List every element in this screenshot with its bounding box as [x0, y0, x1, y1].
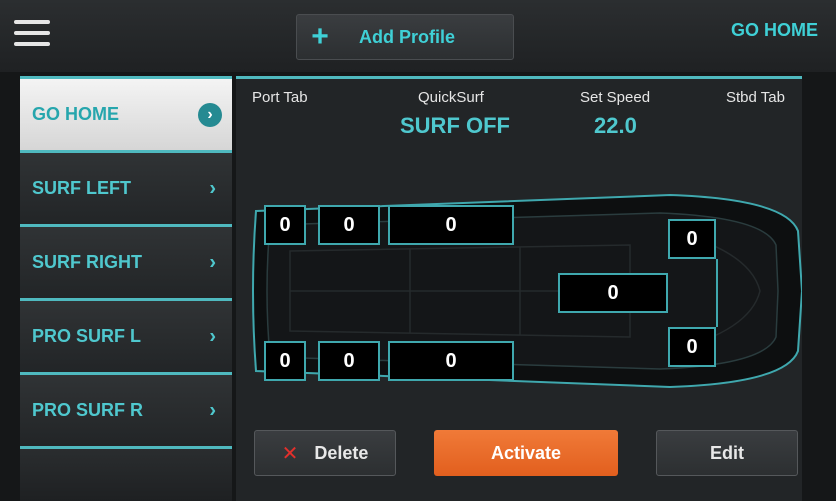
chevron-right-circle-icon: › — [198, 102, 222, 127]
stbd-tab-value-bottom[interactable]: 0 — [668, 327, 716, 367]
hamburger-icon[interactable] — [14, 20, 50, 50]
top-bar: + Add Profile GO HOME — [0, 0, 836, 72]
chevron-right-icon: › — [209, 325, 216, 347]
sidebar-item-label: PRO SURF R — [32, 400, 144, 420]
add-profile-button[interactable]: + Add Profile — [296, 14, 514, 60]
stbd-wedge-value-3[interactable]: 0 — [388, 341, 514, 381]
sidebar-item-label: SURF LEFT — [32, 178, 131, 198]
port-tab-label: Port Tab — [252, 89, 308, 106]
sidebar-item-go-home[interactable]: GO HOME › — [20, 76, 232, 150]
sidebar-item-label: PRO SURF L — [32, 326, 142, 346]
set-speed-label: Set Speed — [580, 89, 651, 106]
delete-label: Delete — [314, 442, 369, 463]
quicksurf-value: SURF OFF — [400, 113, 510, 138]
go-home-link[interactable]: GO HOME — [731, 20, 818, 41]
sidebar-item-surf-left[interactable]: SURF LEFT › — [20, 150, 232, 224]
profile-detail-panel: Port Tab QuickSurf SURF OFF Set Speed 22… — [236, 76, 802, 501]
add-profile-label: Add Profile — [359, 26, 456, 47]
port-wedge-value-3[interactable]: 0 — [388, 205, 514, 245]
port-wedge-value-1[interactable]: 0 — [264, 205, 306, 245]
stbd-wedge-value-1[interactable]: 0 — [264, 341, 306, 381]
stbd-tab-value-top[interactable]: 0 — [668, 219, 716, 259]
sidebar-item-label: SURF RIGHT — [32, 252, 142, 272]
x-icon: ✕ — [281, 442, 299, 465]
quicksurf-label: QuickSurf — [418, 89, 484, 106]
sidebar-item-surf-right[interactable]: SURF RIGHT › — [20, 224, 232, 298]
sidebar-item-label: GO HOME — [32, 104, 120, 124]
port-wedge-value-2[interactable]: 0 — [318, 205, 380, 245]
profile-sidebar: GO HOME › SURF LEFT › SURF RIGHT › PRO S… — [20, 76, 232, 501]
stbd-wedge-value-2[interactable]: 0 — [318, 341, 380, 381]
chevron-right-icon: › — [209, 251, 216, 273]
stbd-tab-bracket — [716, 259, 718, 327]
chevron-right-icon: › — [209, 177, 216, 199]
stbd-tab-label: Stbd Tab — [726, 89, 785, 106]
activate-button[interactable]: Activate — [434, 430, 618, 476]
delete-button[interactable]: ✕ Delete — [254, 430, 396, 476]
chevron-right-icon: › — [209, 399, 216, 421]
center-ballast-value[interactable]: 0 — [558, 273, 668, 313]
sidebar-item-pro-surf-r[interactable]: PRO SURF R › — [20, 372, 232, 446]
sidebar-item-pro-surf-l[interactable]: PRO SURF L › — [20, 298, 232, 372]
sidebar-empty-slot — [20, 446, 232, 501]
plus-icon: + — [311, 20, 329, 53]
set-speed-value: 22.0 — [594, 113, 637, 138]
edit-button[interactable]: Edit — [656, 430, 798, 476]
